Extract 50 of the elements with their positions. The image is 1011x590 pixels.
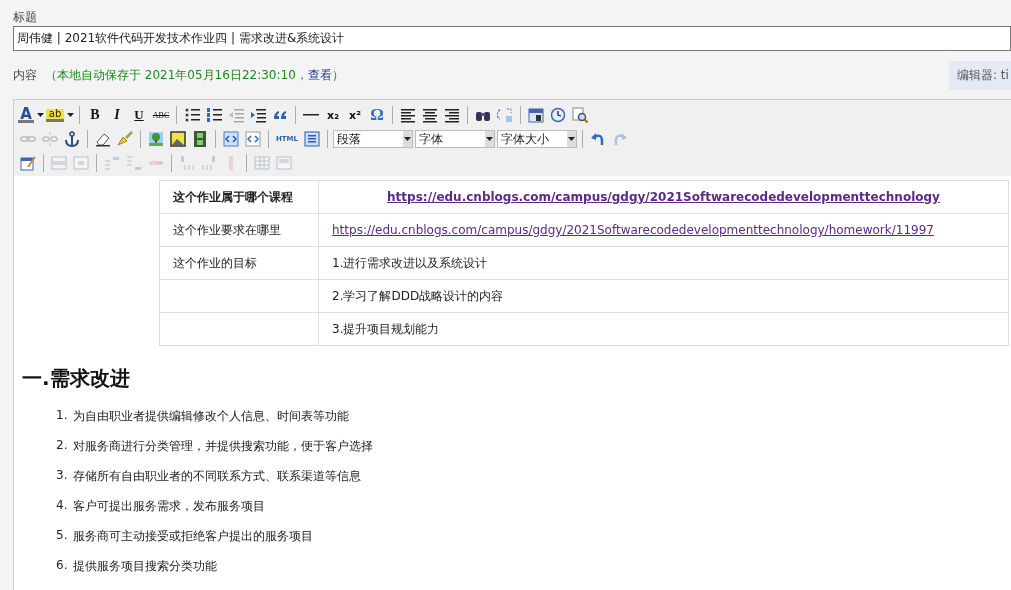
section-heading: 一.需求改进 [22,365,131,392]
code-icon[interactable] [243,129,263,149]
anchor-icon[interactable] [62,129,82,149]
list-item-text: 提供服务项目搜索分类功能 [73,558,218,575]
clock-icon[interactable] [548,105,568,125]
toolbar-button[interactable]: ABC [151,105,171,125]
table-cell: 这个作业的目标 [159,246,319,280]
toolbar-button[interactable]: I [107,105,127,125]
toolbar-button[interactable]: B [85,105,105,125]
table-cell: 这个作业要求在哪里 [159,213,319,247]
dropdown[interactable]: 字体 [415,130,495,148]
toolbar-button[interactable]: U [129,105,149,125]
table-cell: 1.进行需求改进以及系统设计 [318,246,1009,280]
table-cell: 这个作业属于哪个课程 [159,180,319,214]
magnifier-icon[interactable] [570,105,590,125]
title-field[interactable]: 周伟健 | 2021软件代码开发技术作业四 | 需求改进&系统设计 [13,26,1011,51]
dropdown[interactable]: 段落 [333,130,413,148]
content-label: 内容 [13,66,37,84]
image-icon[interactable] [146,129,166,149]
list-item-text: 对服务商进行分类管理，并提供搜索功能，便于客户选择 [73,438,374,455]
toolbar-button[interactable]: x₂ [323,105,343,125]
toolbar-button[interactable]: A [18,107,34,123]
toolbar-button[interactable]: Ω [367,105,387,125]
list-number: 5. [56,528,68,544]
list-item-text: 客户可提出服务需求，发布服务项目 [73,498,266,515]
table-cell: 2.学习了解DDD战略设计的内容 [318,279,1009,313]
list-number: 1. [56,408,68,424]
list-number: 3. [56,468,68,484]
table-cell: 3.提升项目规划能力 [318,312,1009,346]
list-item-text: 存储所有自由职业者的不同联系方式、联系渠道等信息 [73,468,362,485]
field-label: 标题 [13,9,38,26]
toolbar-button[interactable]: ab [46,108,64,122]
autosave-note: （本地自动保存于 2021年05月16日22:30:10，查看） [45,66,344,84]
caret-icon[interactable] [403,131,412,147]
editor-label: 编辑器: ti [949,60,1011,90]
view-link[interactable]: 查看 [307,67,332,82]
list-number: 6. [56,558,68,574]
list-item-text: 服务商可主动接受或拒绝客户提出的服务项目 [73,528,314,545]
list-number: 4. [56,498,68,514]
fullscreen-icon[interactable] [302,129,322,149]
caret-icon[interactable] [567,131,576,147]
dropdown[interactable]: 字体大小 [497,130,577,148]
picture-frame-icon[interactable] [168,129,188,149]
numbered-list-icon[interactable] [204,105,224,125]
list-number: 2. [56,438,68,454]
caret-icon[interactable] [485,131,494,147]
toolbar-button[interactable]: x² [345,105,365,125]
list-item-text: 为自由职业者提供编辑修改个人信息、时间表等功能 [73,408,350,425]
code-block-icon[interactable] [221,129,241,149]
calendar-icon[interactable] [526,105,546,125]
